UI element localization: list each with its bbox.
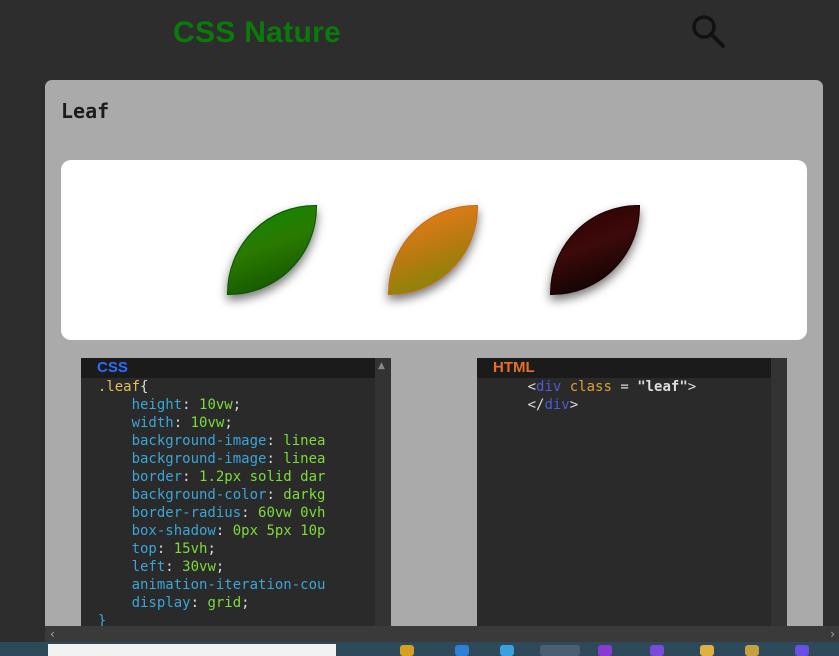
html-code-panel[interactable]: HTML <div class = "leaf"> </div> — [477, 358, 787, 628]
taskbar-app-icon[interactable] — [455, 645, 469, 656]
code-token: : — [165, 559, 183, 575]
orange-leaf — [388, 205, 478, 295]
code-token: : — [182, 397, 200, 413]
code-token: 30vw — [182, 559, 216, 575]
code-token: darkg — [283, 487, 326, 503]
code-token: < — [527, 379, 537, 395]
code-token: > — [569, 397, 579, 413]
code-token: 0px 5px 10p — [232, 523, 326, 539]
code-token: left — [131, 559, 166, 575]
html-code-block[interactable]: <div class = "leaf"> </div> — [477, 378, 771, 628]
code-token: : — [241, 505, 259, 521]
taskbar-app-icon[interactable] — [650, 645, 664, 656]
code-line: </div> — [477, 396, 771, 414]
code-token: </ — [527, 397, 545, 413]
code-token: div — [544, 397, 570, 413]
code-token: background-color — [131, 487, 267, 503]
horizontal-scrollbar[interactable]: ‹ › — [45, 626, 839, 642]
code-token: .leaf — [97, 379, 141, 395]
code-token: ; — [241, 595, 250, 611]
code-token: : — [190, 595, 208, 611]
css-code-block[interactable]: .leaf{ height: 10vw; width: 10vw; backgr… — [81, 378, 375, 628]
code-line: .leaf{ — [81, 378, 375, 396]
code-line: display: grid; — [81, 594, 375, 612]
code-token: = — [611, 379, 638, 395]
code-token: > — [687, 379, 697, 395]
taskbar-app-icon[interactable] — [400, 645, 414, 656]
dark-leaf — [550, 205, 640, 295]
code-token: { — [140, 379, 149, 395]
code-token: : — [173, 415, 191, 431]
code-token: linea — [283, 433, 326, 449]
code-line: height: 10vw; — [81, 396, 375, 414]
leaf-preview — [61, 160, 807, 340]
code-token: div — [536, 379, 562, 395]
code-line: background-image: linea — [81, 432, 375, 450]
code-line: left: 30vw; — [81, 558, 375, 576]
scroll-left-arrow-icon[interactable]: ‹ — [50, 627, 55, 641]
code-line: background-image: linea — [81, 450, 375, 468]
code-token: : — [266, 433, 284, 449]
scroll-up-arrow-icon[interactable]: ▲ — [378, 362, 385, 371]
code-token: display — [131, 595, 191, 611]
css-panel-scrollbar[interactable]: ▲ — [375, 358, 391, 628]
taskbar-app-icon[interactable] — [598, 645, 612, 656]
leaf-card: Leaf CSS .leaf{ height: 10vw; width: 10v… — [45, 80, 823, 640]
code-token: 1.2px solid dar — [199, 469, 326, 485]
css-code-panel[interactable]: CSS .leaf{ height: 10vw; width: 10vw; ba… — [81, 358, 391, 628]
code-token: : — [215, 523, 233, 539]
taskbar-app-icon[interactable] — [700, 645, 714, 656]
taskbar-app-icon[interactable] — [540, 645, 580, 656]
code-token: top — [131, 541, 157, 557]
code-token: linea — [283, 451, 326, 467]
code-token: ; — [232, 397, 242, 413]
taskbar — [0, 642, 839, 656]
green-leaf — [227, 205, 317, 295]
code-token: box-shadow — [131, 523, 216, 539]
taskbar-app-icon[interactable] — [500, 645, 514, 656]
code-token: : — [156, 541, 174, 557]
code-token: background-image — [131, 451, 267, 467]
code-line: border-radius: 60vw 0vh — [81, 504, 375, 522]
code-token: animation-iteration-cou — [131, 577, 326, 593]
code-token: 15vh — [173, 541, 208, 557]
code-token: ; — [215, 559, 225, 575]
code-token: border — [131, 469, 183, 485]
css-panel-label: CSS — [97, 359, 128, 376]
code-line: border: 1.2px solid dar — [81, 468, 375, 486]
code-line: box-shadow: 0px 5px 10p — [81, 522, 375, 540]
scroll-right-arrow-icon[interactable]: › — [830, 627, 835, 641]
code-token: : — [266, 487, 284, 503]
code-token: grid — [207, 595, 242, 611]
code-token: 10vw — [190, 415, 225, 431]
code-line: width: 10vw; — [81, 414, 375, 432]
card-title: Leaf — [61, 99, 110, 123]
code-token: ; — [224, 415, 233, 431]
code-token: width — [131, 415, 174, 431]
code-token: 60vw 0vh — [258, 505, 326, 521]
code-token: height — [131, 397, 183, 413]
html-panel-label: HTML — [493, 359, 535, 376]
code-token: 10vw — [199, 397, 233, 413]
code-line: background-color: darkg — [81, 486, 375, 504]
taskbar-app-icon[interactable] — [795, 645, 809, 656]
code-line: top: 15vh; — [81, 540, 375, 558]
html-panel-scrollbar[interactable] — [771, 358, 787, 628]
code-line: <div class = "leaf"> — [477, 378, 771, 396]
code-token: : — [266, 451, 284, 467]
search-icon[interactable] — [690, 13, 726, 49]
code-token: ; — [207, 541, 216, 557]
html-panel-header: HTML — [477, 358, 787, 378]
taskbar-app-icon[interactable] — [745, 645, 759, 656]
css-panel-header: CSS — [81, 358, 391, 378]
code-token: : — [182, 469, 200, 485]
code-token: border-radius — [131, 505, 242, 521]
taskbar-search-box[interactable] — [48, 644, 336, 656]
code-token: background-image — [131, 433, 267, 449]
code-token: class — [569, 379, 612, 395]
site-title[interactable]: CSS Nature — [173, 16, 341, 50]
code-token: "leaf" — [637, 379, 688, 395]
code-line: animation-iteration-cou — [81, 576, 375, 594]
